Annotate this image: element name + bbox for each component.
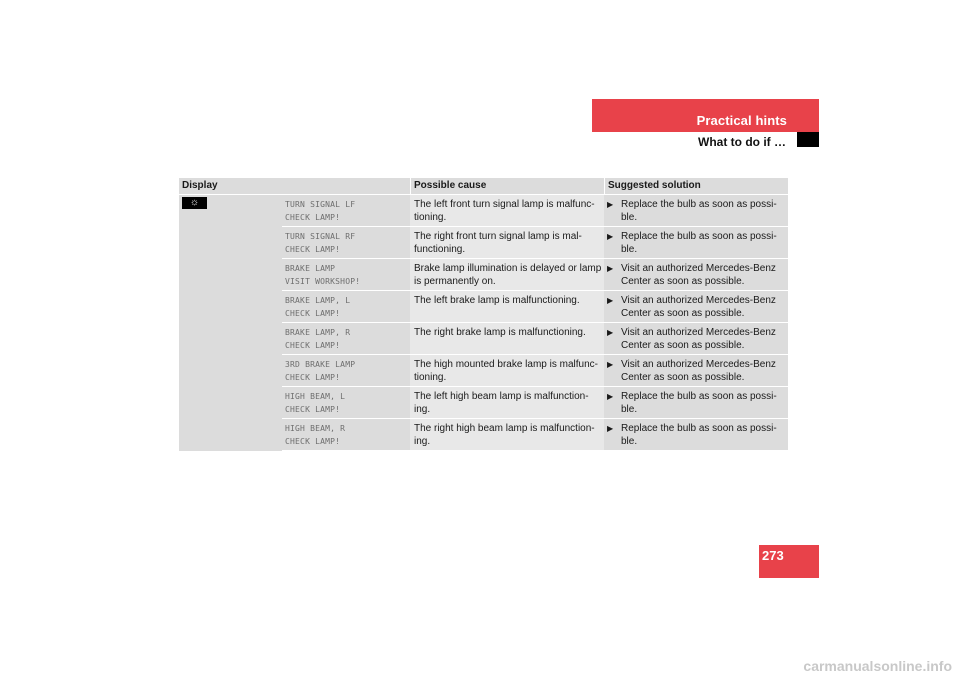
display-message: BRAKE LAMP, L CHECK LAMP! — [282, 291, 410, 322]
bullet-arrow-icon: ▶ — [607, 232, 614, 241]
bullet-arrow-icon: ▶ — [607, 200, 614, 209]
table-row: 3RD BRAKE LAMP CHECK LAMP! The high mount… — [282, 355, 788, 387]
possible-cause: The left front turn signal lamp is malfu… — [410, 195, 604, 226]
suggested-solution: ▶ Visit an authorized Mercedes-Benz Cente… — [604, 355, 788, 386]
table-body: ☼ TURN SIGNAL LF CHECK LAMP! The left fro… — [179, 195, 788, 451]
table-row: HIGH BEAM, L CHECK LAMP! The left high be… — [282, 387, 788, 419]
display-message: BRAKE LAMP, R CHECK LAMP! — [282, 323, 410, 354]
suggested-solution: ▶ Visit an authorized Mercedes-Benz Cente… — [604, 323, 788, 354]
solution-text: Visit an authorized Mercedes-Benz Center… — [621, 295, 776, 319]
table-header: Display Possible cause Suggested solutio… — [179, 178, 788, 195]
display-message: 3RD BRAKE LAMP CHECK LAMP! — [282, 355, 410, 386]
solution-text: Visit an authorized Mercedes-Benz Center… — [621, 263, 776, 287]
suggested-solution: ▶ Visit an authorized Mercedes-Benz Cente… — [604, 259, 788, 290]
table-row: TURN SIGNAL LF CHECK LAMP! The left front… — [282, 195, 788, 227]
header-marker-block — [797, 132, 819, 147]
page-number-box: 273 — [759, 545, 819, 578]
bullet-arrow-icon: ▶ — [607, 424, 614, 433]
display-message: BRAKE LAMP VISIT WORKSHOP! — [282, 259, 410, 290]
display-icon-cell: ☼ — [179, 195, 282, 451]
suggested-solution: ▶ Replace the bulb as soon as possi-ble. — [604, 195, 788, 226]
possible-cause: The right front turn signal lamp is mal-… — [410, 227, 604, 258]
section-title: Practical hints — [696, 113, 787, 128]
display-message: TURN SIGNAL RF CHECK LAMP! — [282, 227, 410, 258]
page-number: 273 — [762, 548, 784, 563]
suggested-solution: ▶ Visit an authorized Mercedes-Benz Cente… — [604, 291, 788, 322]
bullet-arrow-icon: ▶ — [607, 360, 614, 369]
bullet-arrow-icon: ▶ — [607, 264, 614, 273]
lamp-icon: ☼ — [182, 197, 207, 209]
display-messages-table: Display Possible cause Suggested solutio… — [179, 178, 788, 451]
suggested-solution: ▶ Replace the bulb as soon as possi-ble. — [604, 387, 788, 418]
possible-cause: The high mounted brake lamp is malfunc-t… — [410, 355, 604, 386]
bullet-arrow-icon: ▶ — [607, 328, 614, 337]
table-row: HIGH BEAM, R CHECK LAMP! The right high b… — [282, 419, 788, 451]
display-message: TURN SIGNAL LF CHECK LAMP! — [282, 195, 410, 226]
column-header-solution: Suggested solution — [604, 178, 788, 194]
subsection-header: What to do if … — [592, 132, 788, 149]
bullet-arrow-icon: ▶ — [607, 392, 614, 401]
solution-text: Replace the bulb as soon as possi-ble. — [621, 231, 777, 255]
column-header-display: Display — [182, 180, 218, 191]
solution-text: Replace the bulb as soon as possi-ble. — [621, 391, 777, 415]
column-header-cause: Possible cause — [410, 178, 604, 194]
table-rows: TURN SIGNAL LF CHECK LAMP! The left front… — [282, 195, 788, 451]
footer-watermark: carmanualsonline.info — [803, 658, 952, 674]
bullet-arrow-icon: ▶ — [607, 296, 614, 305]
display-message: HIGH BEAM, R CHECK LAMP! — [282, 419, 410, 450]
solution-text: Replace the bulb as soon as possi-ble. — [621, 199, 777, 223]
possible-cause: Brake lamp illumination is delayed or la… — [410, 259, 604, 290]
section-header-bar: Practical hints — [592, 99, 819, 132]
solution-text: Visit an authorized Mercedes-Benz Center… — [621, 327, 776, 351]
possible-cause: The right brake lamp is malfunctioning. — [410, 323, 604, 354]
suggested-solution: ▶ Replace the bulb as soon as possi-ble. — [604, 419, 788, 450]
table-row: TURN SIGNAL RF CHECK LAMP! The right fron… — [282, 227, 788, 259]
possible-cause: The left brake lamp is malfunctioning. — [410, 291, 604, 322]
table-row: BRAKE LAMP, R CHECK LAMP! The right brake… — [282, 323, 788, 355]
solution-text: Replace the bulb as soon as possi-ble. — [621, 423, 777, 447]
table-row: BRAKE LAMP, L CHECK LAMP! The left brake … — [282, 291, 788, 323]
possible-cause: The right high beam lamp is malfunction-… — [410, 419, 604, 450]
display-message: HIGH BEAM, L CHECK LAMP! — [282, 387, 410, 418]
suggested-solution: ▶ Replace the bulb as soon as possi-ble. — [604, 227, 788, 258]
table-row: BRAKE LAMP VISIT WORKSHOP! Brake lamp ill… — [282, 259, 788, 291]
solution-text: Visit an authorized Mercedes-Benz Center… — [621, 359, 776, 383]
possible-cause: The left high beam lamp is malfunction-i… — [410, 387, 604, 418]
subsection-title: What to do if … — [698, 135, 786, 149]
